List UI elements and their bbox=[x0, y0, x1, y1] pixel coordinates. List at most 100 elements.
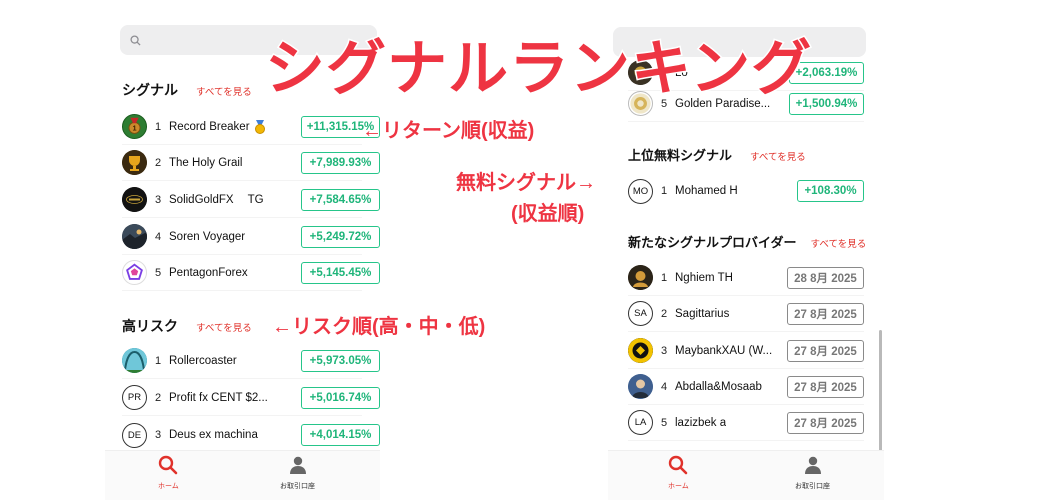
list-item[interactable]: 1 1 Record Breaker +11,315.15% bbox=[122, 109, 380, 145]
rank: 4 bbox=[661, 380, 668, 393]
rank: 5 bbox=[661, 416, 668, 429]
nav-home-tab[interactable]: ホーム bbox=[158, 455, 179, 491]
signal-name: Record Breaker bbox=[169, 120, 250, 133]
list-item[interactable]: 2 The Holy Grail +7,989.93% bbox=[122, 145, 380, 181]
rank: 5 bbox=[155, 266, 162, 279]
svg-text:1: 1 bbox=[132, 124, 136, 133]
section-title-high-risk: 高リスク bbox=[122, 318, 178, 334]
free-signal-order-annotation: (収益順) bbox=[511, 203, 585, 225]
list-item[interactable]: 3 MaybankXAU (W... 27 8月 2025 bbox=[628, 333, 864, 369]
avatar: PR bbox=[122, 385, 147, 410]
signal-name: Rollercoaster bbox=[169, 354, 237, 367]
signal-name: SolidGoldFX bbox=[169, 193, 234, 206]
list-item[interactable]: SA 2 Sagittarius 27 8月 2025 bbox=[628, 296, 864, 332]
rank: 1 bbox=[155, 354, 162, 367]
provider-name: MaybankXAU (W... bbox=[675, 344, 773, 357]
signals-header: シグナル すべてを見る bbox=[122, 80, 252, 100]
provider-name: Sagittarius bbox=[675, 307, 730, 320]
free-signal-annotation: 無料シグナル→ bbox=[456, 172, 596, 194]
search-icon bbox=[668, 455, 688, 479]
return-badge: +7,989.93% bbox=[301, 151, 380, 174]
return-order-annotation: ←リターン順(収益) bbox=[362, 120, 535, 142]
nav-home-tab[interactable]: ホーム bbox=[668, 455, 689, 491]
avatar: DE bbox=[122, 422, 147, 448]
avatar: MO bbox=[628, 178, 653, 204]
bottom-navigation: ホーム お取引口座 bbox=[608, 450, 884, 500]
signal-name: Profit fx CENT $2... bbox=[169, 391, 268, 404]
list-item[interactable]: 4 Abdalla&Mosaab 27 8月 2025 bbox=[628, 369, 864, 405]
list-item[interactable]: 3 SolidGoldFX TG +7,584.65% bbox=[122, 182, 380, 218]
rank: 2 bbox=[661, 307, 668, 320]
return-badge: +5,249.72% bbox=[301, 225, 380, 248]
signal-name: PentagonForex bbox=[169, 266, 248, 279]
rank: 3 bbox=[155, 193, 162, 206]
scrollbar[interactable] bbox=[879, 330, 882, 460]
high-risk-header: 高リスク すべてを見る bbox=[122, 316, 252, 336]
return-badge: +7,584.65% bbox=[301, 188, 380, 211]
return-badge: +5,973.05% bbox=[301, 349, 380, 372]
avatar bbox=[628, 374, 653, 399]
avatar: 1 bbox=[122, 114, 147, 139]
avatar: SA bbox=[628, 301, 653, 326]
rank: 3 bbox=[155, 429, 162, 441]
avatar bbox=[122, 224, 147, 249]
date-badge: 27 8月 2025 bbox=[787, 411, 864, 434]
new-providers-header: 新たなシグナルプロバイダー すべてを見る bbox=[628, 232, 866, 251]
signal-name: Mohamed H bbox=[675, 185, 738, 197]
nav-account-label: お取引口座 bbox=[280, 483, 315, 490]
return-badge: +108.30% bbox=[797, 180, 864, 202]
avatar bbox=[122, 260, 147, 285]
see-all-free-signals-link[interactable]: すべてを見る bbox=[750, 149, 806, 163]
search-icon bbox=[158, 455, 178, 479]
list-item[interactable]: PR 2 Profit fx CENT $2... +5,016.74% bbox=[122, 380, 380, 416]
rank: 4 bbox=[155, 230, 162, 243]
nav-account-tab[interactable]: お取引口座 bbox=[280, 455, 315, 491]
rank: 3 bbox=[661, 344, 668, 357]
list-item[interactable]: 1 Nghiem TH 28 8月 2025 bbox=[628, 260, 864, 296]
list-item[interactable]: 5 PentagonForex +5,145.45% bbox=[122, 255, 380, 291]
return-badge: +5,145.45% bbox=[301, 261, 380, 284]
date-badge: 27 8月 2025 bbox=[787, 339, 864, 362]
nav-home-label: ホーム bbox=[158, 483, 179, 490]
banner-title: シグナルランキング bbox=[263, 34, 813, 104]
see-all-signals-link[interactable]: すべてを見る bbox=[196, 84, 252, 98]
nav-account-tab[interactable]: お取引口座 bbox=[795, 455, 830, 491]
rank: 1 bbox=[661, 271, 668, 284]
nav-account-label: お取引口座 bbox=[795, 483, 830, 490]
rank: 2 bbox=[155, 391, 162, 404]
rank: 2 bbox=[155, 156, 162, 169]
return-badge: +5,016.74% bbox=[301, 386, 380, 409]
avatar bbox=[628, 265, 653, 290]
avatar bbox=[628, 338, 653, 363]
date-badge: 27 8月 2025 bbox=[787, 302, 864, 325]
section-title-free-signals: 上位無料シグナル bbox=[628, 148, 733, 163]
signal-name: The Holy Grail bbox=[169, 156, 243, 169]
see-all-new-providers-link[interactable]: すべてを見る bbox=[810, 236, 866, 250]
section-title-signals: シグナル bbox=[122, 82, 178, 98]
search-icon bbox=[128, 33, 142, 47]
person-icon bbox=[803, 455, 823, 479]
list-item[interactable]: LA 5 lazizbek a 27 8月 2025 bbox=[628, 405, 864, 441]
nav-home-label: ホーム bbox=[668, 483, 689, 490]
date-badge: 28 8月 2025 bbox=[787, 266, 864, 289]
risk-order-annotation: ←リスク順(高・中・低) bbox=[272, 316, 486, 338]
bottom-navigation: ホーム お取引口座 bbox=[105, 450, 380, 500]
avatar: LA bbox=[628, 410, 653, 435]
date-badge: 27 8月 2025 bbox=[787, 375, 864, 398]
list-item[interactable]: MO 1 Mohamed H +108.30% bbox=[628, 173, 864, 209]
provider-name: Nghiem TH bbox=[675, 271, 733, 284]
signal-name: Soren Voyager bbox=[169, 230, 246, 243]
person-icon bbox=[288, 455, 308, 479]
avatar bbox=[122, 348, 147, 373]
gold-medal-icon bbox=[254, 119, 266, 134]
signal-name: Deus ex machina bbox=[169, 429, 258, 441]
avatar bbox=[122, 150, 147, 175]
list-item[interactable]: DE 3 Deus ex machina +4,014.15% bbox=[122, 417, 380, 453]
provider-name: lazizbek a bbox=[675, 416, 727, 429]
return-badge: +4,014.15% bbox=[301, 424, 380, 446]
list-item[interactable]: 1 Rollercoaster +5,973.05% bbox=[122, 343, 380, 379]
see-all-high-risk-link[interactable]: すべてを見る bbox=[196, 320, 252, 334]
list-item[interactable]: 4 Soren Voyager +5,249.72% bbox=[122, 219, 380, 255]
signal-name-suffix: TG bbox=[247, 193, 264, 206]
avatar bbox=[122, 187, 147, 212]
